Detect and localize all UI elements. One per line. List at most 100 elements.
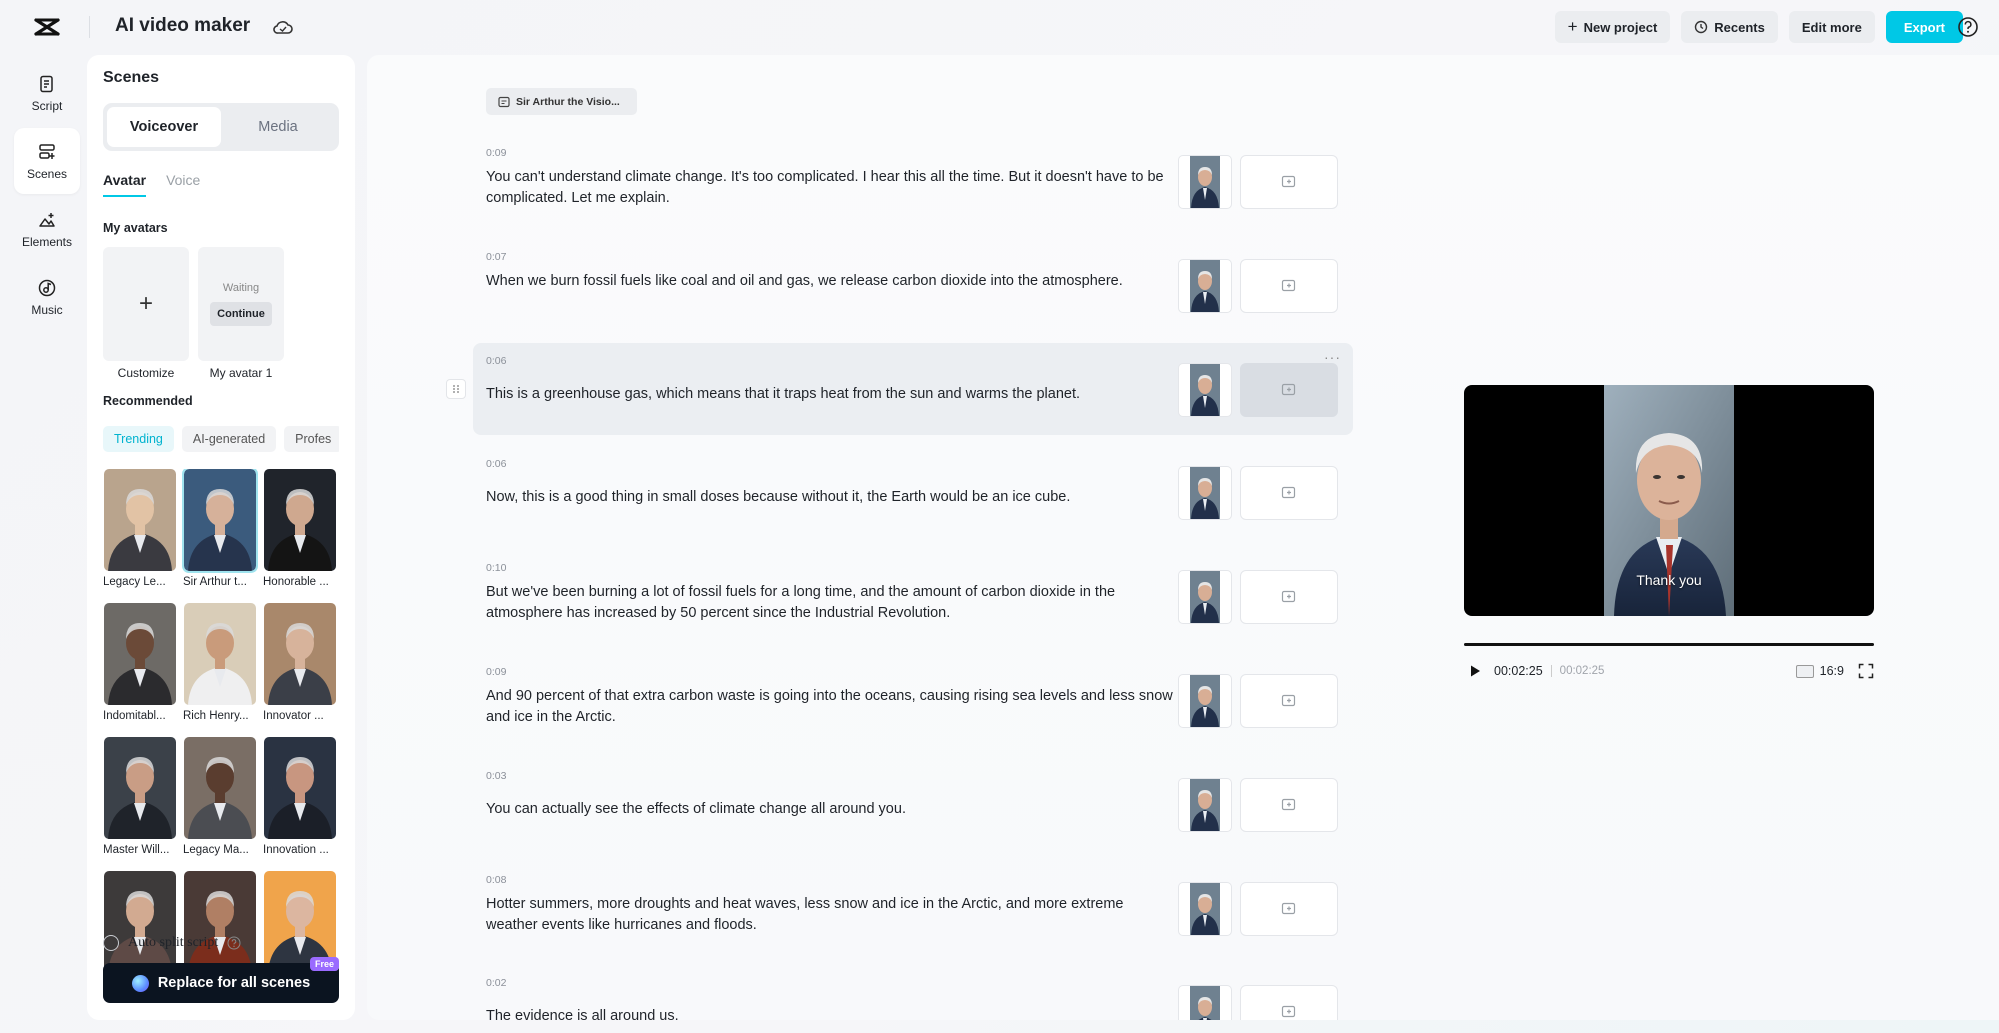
- export-button[interactable]: Export: [1885, 11, 1963, 43]
- scene-row[interactable]: 0:10 But we've been burning a lot of foss…: [473, 550, 1353, 642]
- scene-text[interactable]: Now, this is a good thing in small doses…: [486, 487, 1176, 508]
- edit-more-button[interactable]: Edit more: [1788, 11, 1875, 43]
- scene-row[interactable]: 0:07 When we burn fossil fuels like coal …: [473, 239, 1353, 331]
- new-project-button[interactable]: + New project: [1554, 11, 1671, 43]
- scene-avatar-thumb[interactable]: [1178, 570, 1232, 625]
- avatar-thumbnail[interactable]: [104, 469, 176, 571]
- tab-voiceover[interactable]: Voiceover: [107, 107, 221, 147]
- fullscreen-icon[interactable]: [1858, 663, 1874, 679]
- aspect-ratio-selector[interactable]: 16:9: [1795, 664, 1844, 678]
- avatar-status: Waiting: [222, 282, 260, 294]
- scene-row[interactable]: 0:06 This is a greenhouse gas, which mean…: [473, 342, 1353, 435]
- avatar-thumbnail[interactable]: [184, 603, 256, 705]
- auto-split-label: Auto split script: [128, 935, 219, 950]
- scene-avatar-thumb[interactable]: [1178, 466, 1232, 521]
- avatar-thumbnail[interactable]: [264, 737, 336, 839]
- scene-avatar-thumb[interactable]: [1178, 985, 1232, 1020]
- scene-avatar-thumb[interactable]: [1178, 155, 1232, 209]
- drag-handle-icon[interactable]: [446, 378, 466, 399]
- scene-row[interactable]: 0:09 You can't understand climate change.…: [473, 135, 1353, 227]
- capcut-logo-icon[interactable]: [33, 15, 61, 39]
- more-options-icon[interactable]: ···: [1324, 349, 1341, 365]
- add-media-button[interactable]: [1240, 155, 1338, 209]
- add-media-button[interactable]: [1240, 466, 1338, 521]
- rail-item-music[interactable]: Music: [14, 264, 80, 330]
- continue-button[interactable]: Continue: [210, 302, 272, 326]
- auto-split-checkbox[interactable]: [103, 935, 119, 951]
- tab-voice[interactable]: Voice: [166, 172, 200, 197]
- avatar-thumbnail[interactable]: [104, 871, 176, 973]
- add-media-button[interactable]: [1240, 362, 1338, 417]
- tab-avatar[interactable]: Avatar: [103, 172, 147, 197]
- add-media-icon: [1281, 591, 1296, 603]
- help-icon[interactable]: [1957, 16, 1979, 38]
- avatar-name: Legacy Le...: [104, 576, 166, 588]
- scene-row[interactable]: 0:08 Hotter summers, more droughts and he…: [473, 862, 1353, 954]
- rail-item-elements[interactable]: Elements: [14, 196, 80, 262]
- playback-timeline[interactable]: [1464, 643, 1874, 646]
- play-icon[interactable]: [1468, 664, 1482, 678]
- avatar-thumbnail[interactable]: [264, 469, 336, 571]
- scene-row[interactable]: 0:03 You can actually see the effects of …: [473, 758, 1353, 850]
- scene-text[interactable]: This is a greenhouse gas, which means th…: [486, 384, 1176, 405]
- chip-ai-generated[interactable]: AI-generated: [181, 426, 277, 452]
- scene-text[interactable]: When we burn fossil fuels like coal and …: [486, 271, 1176, 292]
- avatar-image: [1190, 571, 1220, 624]
- tab-media[interactable]: Media: [221, 107, 335, 147]
- avatar-thumbnail[interactable]: [184, 737, 256, 839]
- scene-row[interactable]: 0:02 The evidence is all around us.: [473, 965, 1353, 1020]
- add-media-button[interactable]: [1240, 777, 1338, 832]
- scene-text[interactable]: Hotter summers, more droughts and heat w…: [486, 894, 1176, 936]
- scene-avatar-thumb[interactable]: [1178, 362, 1232, 417]
- avatar-name: Indomitabl...: [104, 710, 166, 722]
- avatar-image: [184, 603, 256, 705]
- video-preview[interactable]: Thank you: [1464, 385, 1874, 616]
- scene-text[interactable]: The evidence is all around us.: [486, 1006, 1176, 1020]
- scene-avatar-thumb[interactable]: [1178, 674, 1232, 728]
- preview-subtitle: Thank you: [1636, 572, 1702, 588]
- customize-avatar-button[interactable]: +: [103, 247, 189, 361]
- my-avatar-slot[interactable]: Waiting Continue: [198, 247, 284, 361]
- avatar-thumbnail[interactable]: [104, 603, 176, 705]
- avatar-thumbnail[interactable]: [184, 871, 256, 973]
- avatar-thumbnail[interactable]: [182, 469, 258, 573]
- help-icon[interactable]: [227, 936, 241, 950]
- scene-text[interactable]: But we've been burning a lot of fossil f…: [486, 582, 1176, 624]
- scene-duration: 0:09: [486, 666, 507, 678]
- add-media-button[interactable]: [1240, 570, 1338, 625]
- scene-row[interactable]: 0:06 Now, this is a good thing in small d…: [473, 446, 1353, 538]
- scene-text[interactable]: And 90 percent of that extra carbon wast…: [486, 686, 1176, 728]
- auto-split-option[interactable]: Auto split script: [103, 935, 241, 951]
- scene-avatar-thumb[interactable]: [1178, 258, 1232, 313]
- chip-trending[interactable]: Trending: [103, 426, 174, 452]
- add-media-button[interactable]: [1240, 985, 1338, 1020]
- voice-selector-chip[interactable]: Sir Arthur the Visio...: [486, 88, 637, 115]
- cloud-icon[interactable]: [272, 17, 294, 37]
- scene-avatar-thumb[interactable]: [1178, 777, 1232, 832]
- avatar-thumbnail[interactable]: [264, 603, 336, 705]
- scene-duration: 0:02: [486, 977, 507, 990]
- rail-item-scenes[interactable]: Scenes: [14, 128, 80, 194]
- avatar-image: [264, 737, 336, 839]
- top-bar: AI video maker + New project Recents Edi…: [0, 0, 1999, 54]
- rail-item-script[interactable]: Script: [14, 60, 80, 126]
- avatar-name: Legacy Ma...: [183, 844, 249, 856]
- voice-card-icon: [498, 96, 510, 107]
- add-media-button[interactable]: [1240, 881, 1338, 936]
- scene-text[interactable]: You can't understand climate change. It'…: [486, 167, 1176, 209]
- scene-avatar-thumb[interactable]: [1178, 881, 1232, 936]
- add-media-icon: [1281, 279, 1296, 291]
- add-media-button[interactable]: [1240, 258, 1338, 313]
- scene-row[interactable]: 0:09 And 90 percent of that extra carbon …: [473, 654, 1353, 746]
- avatar-thumbnail[interactable]: [104, 737, 176, 839]
- recents-button[interactable]: Recents: [1681, 11, 1778, 43]
- chip-professional[interactable]: Profes: [284, 426, 339, 452]
- add-media-button[interactable]: [1240, 674, 1338, 728]
- avatar-image: [184, 469, 256, 571]
- scene-duration: 0:08: [486, 873, 507, 886]
- replace-for-all-scenes-button[interactable]: Replace for all scenes Free: [103, 957, 339, 1003]
- scenes-panel: Scenes Voiceover Media Avatar Voice My a…: [87, 55, 355, 1020]
- add-media-icon: [1281, 694, 1296, 707]
- scene-duration: 0:07: [486, 250, 507, 263]
- scene-text[interactable]: You can actually see the effects of clim…: [486, 799, 1176, 820]
